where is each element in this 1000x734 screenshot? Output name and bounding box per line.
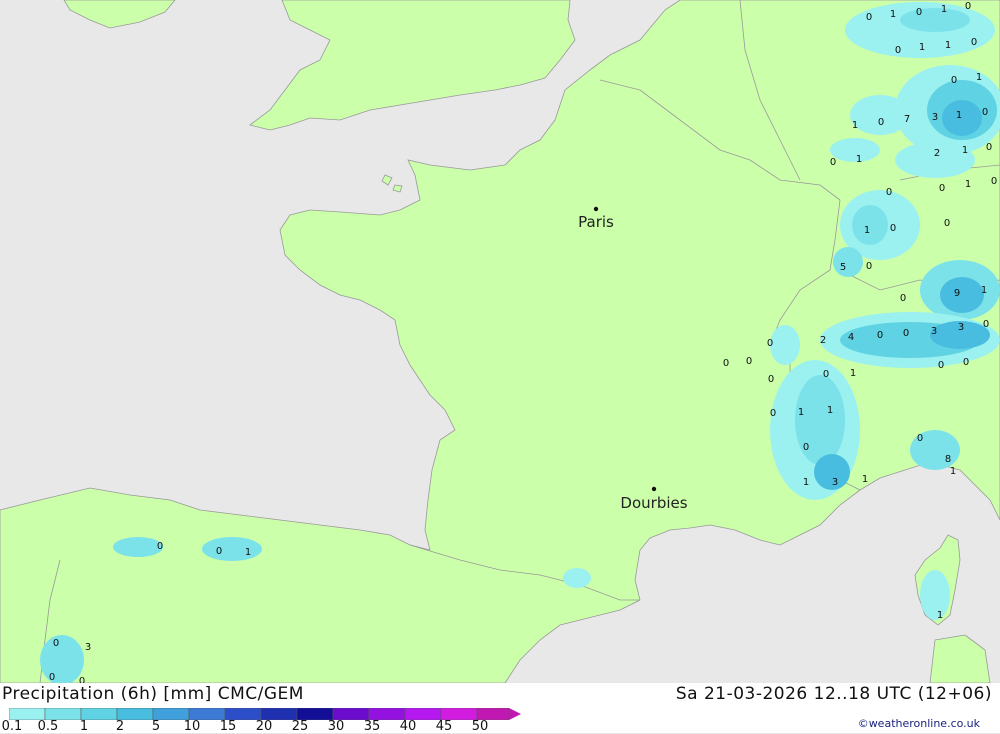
scale-tick-label: 20 xyxy=(255,719,273,734)
precip-value: 0 xyxy=(49,672,55,683)
map-datetime: Sa 21-03-2026 12..18 UTC (12+06) xyxy=(675,684,992,704)
scale-tick-label: 25 xyxy=(291,719,309,734)
precip-value: 0 xyxy=(746,356,752,367)
precip-value: 0 xyxy=(982,107,988,118)
precip-value: 0 xyxy=(770,408,776,419)
precip-value: 0 xyxy=(895,45,901,56)
map-title: Precipitation (6h) [mm] CMC/GEM xyxy=(2,684,304,704)
precip-value: 0 xyxy=(986,142,992,153)
precip-value: 1 xyxy=(956,110,962,121)
precip-value: 1 xyxy=(864,225,870,236)
precip-value: 0 xyxy=(890,223,896,234)
precip-value: 3 xyxy=(832,477,838,488)
scale-tick-label: 1 xyxy=(79,719,89,734)
city-label-dourbies: Dourbies xyxy=(620,494,687,512)
precip-value: 0 xyxy=(878,117,884,128)
precip-value: 1 xyxy=(850,368,856,379)
precip-value: 1 xyxy=(245,547,251,558)
precip-value: 0 xyxy=(877,330,883,341)
precip-value: 9 xyxy=(954,288,960,299)
precip-value: 0 xyxy=(965,1,971,12)
precip-value: 0 xyxy=(944,218,950,229)
precip-value: 0 xyxy=(886,187,892,198)
precip-value: 0 xyxy=(768,374,774,385)
precip-value: 1 xyxy=(950,466,956,477)
precip-value: 0 xyxy=(823,369,829,380)
precip-value: 0 xyxy=(79,676,85,683)
precip-value: 0 xyxy=(938,360,944,371)
precip-value: 1 xyxy=(827,405,833,416)
precip-value: 3 xyxy=(85,642,91,653)
scale-tick-label: 30 xyxy=(327,719,345,734)
precip-value: 1 xyxy=(962,145,968,156)
footer-bar: Precipitation (6h) [mm] CMC/GEM Sa 21-03… xyxy=(0,683,1000,734)
precip-value: 1 xyxy=(798,407,804,418)
precipitation-map: Paris Dourbies 0 1 0 1 0 0 1 1 0 0 1 1 0 7 3 1 0 0 1 2 1 0 0 1 0… xyxy=(0,0,1000,683)
precip-value: 1 xyxy=(890,9,896,20)
precip-value: 1 xyxy=(976,72,982,83)
precip-value: 0 xyxy=(900,293,906,304)
scale-tick-label: 40 xyxy=(399,719,417,734)
precip-value: 3 xyxy=(931,326,937,337)
precip-value: 0 xyxy=(917,433,923,444)
precip-value: 0 xyxy=(939,183,945,194)
precip-value: 0 xyxy=(971,37,977,48)
precip-value: 1 xyxy=(852,120,858,131)
precip-value: 0 xyxy=(767,338,773,349)
precip-value: 4 xyxy=(848,332,854,343)
scale-tick-label: 45 xyxy=(435,719,453,734)
scale-tick-label: 35 xyxy=(363,719,381,734)
scale-tick-label: 15 xyxy=(219,719,237,734)
city-label-paris: Paris xyxy=(578,213,614,231)
precip-value: 1 xyxy=(981,285,987,296)
precip-value: 2 xyxy=(934,148,940,159)
precip-value: 1 xyxy=(862,474,868,485)
precip-value: 0 xyxy=(866,12,872,23)
precip-value: 8 xyxy=(945,454,951,465)
scale-tick-label: 10 xyxy=(183,719,201,734)
precip-value: 0 xyxy=(723,358,729,369)
credit-link[interactable]: ©weatheronline.co.uk xyxy=(858,717,980,730)
precip-value: 0 xyxy=(903,328,909,339)
scale-tick-label: 2 xyxy=(115,719,125,734)
precip-value: 0 xyxy=(866,261,872,272)
precip-value: 7 xyxy=(904,114,910,125)
precip-value: 0 xyxy=(916,7,922,18)
scale-tick-label: 0.1 xyxy=(1,719,23,734)
precip-value: 0 xyxy=(991,176,997,187)
precip-value: 0 xyxy=(216,546,222,557)
scale-ticks: 0.1 0.5 1 2 5 10 15 20 25 30 35 40 45 50 xyxy=(0,719,520,734)
scale-tick-label: 0.5 xyxy=(37,719,59,734)
precip-value: 1 xyxy=(856,154,862,165)
precip-value: 1 xyxy=(937,610,943,621)
precip-value: 1 xyxy=(919,42,925,53)
scale-tick-label: 5 xyxy=(151,719,161,734)
precip-value: 3 xyxy=(958,322,964,333)
precip-value: 0 xyxy=(951,75,957,86)
scale-tick-label: 50 xyxy=(471,719,489,734)
precip-value: 1 xyxy=(941,4,947,15)
precip-value: 1 xyxy=(803,477,809,488)
precip-value: 5 xyxy=(840,262,846,273)
precip-value: 1 xyxy=(965,179,971,190)
precip-value: 1 xyxy=(945,40,951,51)
precip-value: 0 xyxy=(803,442,809,453)
precip-value: 2 xyxy=(820,335,826,346)
precip-value: 0 xyxy=(983,319,989,330)
precip-value: 0 xyxy=(963,357,969,368)
precip-value: 0 xyxy=(830,157,836,168)
precip-value: 0 xyxy=(53,638,59,649)
precip-value: 0 xyxy=(157,541,163,552)
precip-value: 3 xyxy=(932,112,938,123)
